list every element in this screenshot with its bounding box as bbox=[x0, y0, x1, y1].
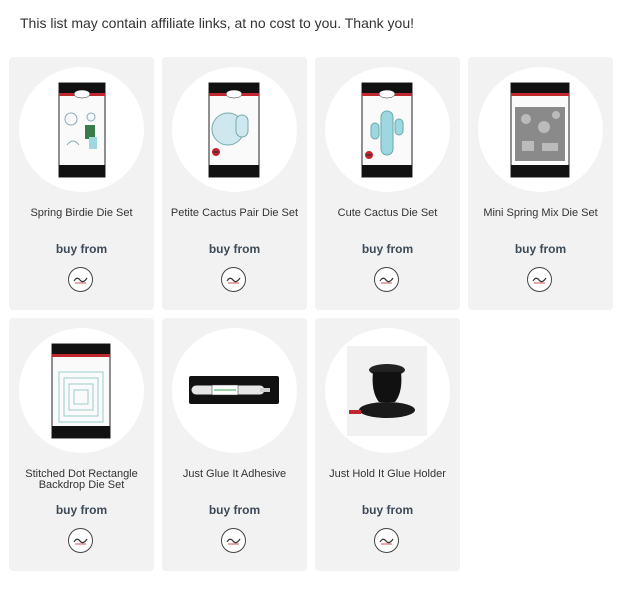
product-card: Petite Cactus Pair Die Set buy from bbox=[162, 57, 307, 310]
product-image[interactable] bbox=[19, 67, 144, 192]
buy-from-label: buy from bbox=[361, 242, 414, 256]
product-card: Just Glue It Adhesive buy from bbox=[162, 318, 307, 571]
buy-from-label: buy from bbox=[55, 242, 108, 256]
product-card: Just Hold It Glue Holder buy from bbox=[315, 318, 460, 571]
product-title[interactable]: Just Hold It Glue Holder bbox=[321, 469, 454, 480]
the-stamps-of-life-logo-icon[interactable] bbox=[221, 528, 246, 553]
glue-pen-icon bbox=[189, 376, 279, 404]
product-image[interactable] bbox=[172, 67, 297, 192]
buy-from-label: buy from bbox=[361, 503, 414, 517]
product-card: Stitched Dot Rectangle Backdrop Die Set … bbox=[9, 318, 154, 571]
product-image[interactable] bbox=[325, 328, 450, 453]
the-stamps-of-life-logo-icon[interactable] bbox=[527, 267, 552, 292]
glue-holder-icon bbox=[347, 346, 427, 436]
product-image[interactable] bbox=[478, 67, 603, 192]
product-card: Mini Spring Mix Die Set buy from bbox=[468, 57, 613, 310]
product-image[interactable] bbox=[172, 328, 297, 453]
the-stamps-of-life-logo-icon[interactable] bbox=[68, 267, 93, 292]
product-title[interactable]: Spring Birdie Die Set bbox=[15, 208, 148, 219]
product-title[interactable]: Just Glue It Adhesive bbox=[168, 469, 301, 480]
buy-from-label: buy from bbox=[55, 503, 108, 517]
product-title[interactable]: Petite Cactus Pair Die Set bbox=[168, 208, 301, 219]
the-stamps-of-life-logo-icon[interactable] bbox=[374, 528, 399, 553]
product-card: Cute Cactus Die Set buy from bbox=[315, 57, 460, 310]
product-grid: Spring Birdie Die Set buy from Petite Ca… bbox=[9, 57, 613, 571]
product-image[interactable] bbox=[19, 328, 144, 453]
buy-from-label: buy from bbox=[514, 242, 567, 256]
product-card: Spring Birdie Die Set buy from bbox=[9, 57, 154, 310]
die-set-package-cactus-pair-icon bbox=[208, 82, 260, 178]
die-set-package-birdie-icon bbox=[58, 82, 106, 178]
product-title[interactable]: Mini Spring Mix Die Set bbox=[474, 208, 607, 219]
product-title[interactable]: Cute Cactus Die Set bbox=[321, 208, 454, 219]
the-stamps-of-life-logo-icon[interactable] bbox=[221, 267, 246, 292]
buy-from-label: buy from bbox=[208, 242, 261, 256]
die-set-package-cactus-icon bbox=[361, 82, 413, 178]
the-stamps-of-life-logo-icon[interactable] bbox=[68, 528, 93, 553]
buy-from-label: buy from bbox=[208, 503, 261, 517]
die-set-package-rectangles-icon bbox=[51, 343, 111, 439]
the-stamps-of-life-logo-icon[interactable] bbox=[374, 267, 399, 292]
product-title[interactable]: Stitched Dot Rectangle Backdrop Die Set bbox=[15, 469, 148, 491]
die-set-package-spring-mix-icon bbox=[510, 82, 570, 178]
product-image[interactable] bbox=[325, 67, 450, 192]
affiliate-disclaimer: This list may contain affiliate links, a… bbox=[20, 15, 415, 31]
